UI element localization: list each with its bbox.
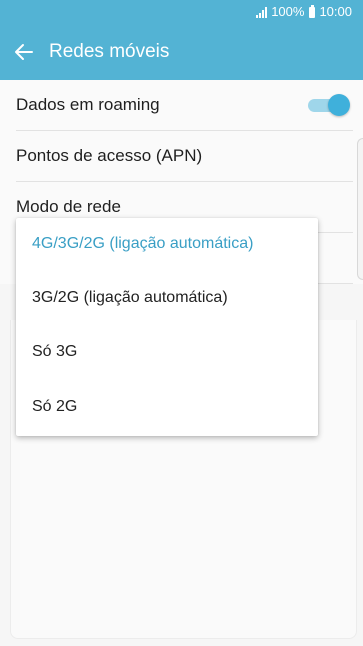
status-indicators: 100% 10:00 <box>256 4 352 20</box>
roaming-toggle[interactable] <box>308 93 350 117</box>
setting-label: Pontos de acesso (APN) <box>16 146 203 165</box>
edge-panel-handle[interactable] <box>357 138 363 280</box>
option-label: Só 2G <box>32 398 78 415</box>
option-label: 3G/2G (ligação automática) <box>32 289 228 306</box>
toggle-thumb <box>328 94 350 116</box>
option-3g-2g-auto[interactable]: 3G/2G (ligação automática) <box>16 272 318 326</box>
signal-icon <box>256 6 268 18</box>
option-2g-only[interactable]: Só 2G <box>16 381 318 435</box>
page-title: Redes móveis <box>49 41 170 62</box>
battery-icon <box>309 4 316 18</box>
option-3g-only[interactable]: Só 3G <box>16 326 318 380</box>
setting-data-roaming[interactable]: Dados em roaming <box>16 80 353 131</box>
back-arrow-icon[interactable] <box>13 41 35 63</box>
option-4g-3g-2g-auto[interactable]: 4G/3G/2G (ligação automática) <box>16 218 318 272</box>
setting-label: Dados em roaming <box>16 95 160 114</box>
network-mode-dropdown: 4G/3G/2G (ligação automática) 3G/2G (lig… <box>16 218 318 436</box>
battery-percentage: 100% <box>271 4 305 19</box>
app-bar: Redes móveis <box>0 24 363 80</box>
option-label: 4G/3G/2G (ligação automática) <box>32 235 254 252</box>
setting-access-points[interactable]: Pontos de acesso (APN) <box>16 131 353 182</box>
setting-label: Modo de rede <box>16 197 121 216</box>
option-label: Só 3G <box>32 343 78 360</box>
status-bar: 100% 10:00 <box>0 0 363 24</box>
clock: 10:00 <box>319 4 352 19</box>
